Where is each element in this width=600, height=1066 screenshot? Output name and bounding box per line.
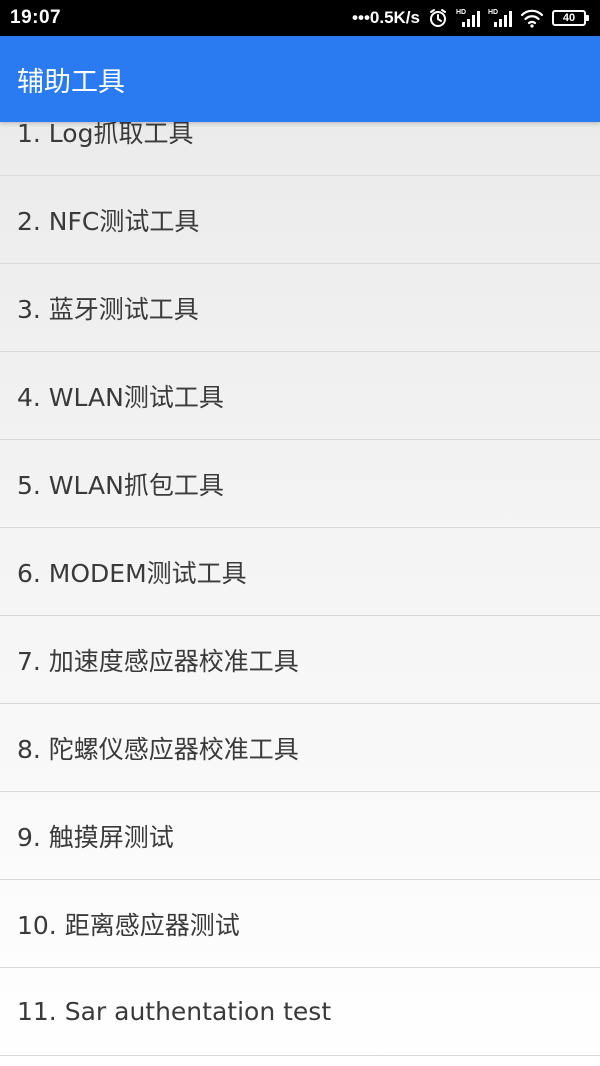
tool-list-content: 1. Log抓取工具 2. NFC测试工具 3. 蓝牙测试工具 4. WLAN测… <box>0 122 600 1056</box>
list-item-touchscreen-test[interactable]: 9. 触摸屏测试 <box>0 792 600 880</box>
list-item-accelerometer-calibration[interactable]: 7. 加速度感应器校准工具 <box>0 616 600 704</box>
list-item-label: 4. WLAN测试工具 <box>17 382 224 412</box>
list-item-gyroscope-calibration[interactable]: 8. 陀螺仪感应器校准工具 <box>0 704 600 792</box>
list-item-bluetooth-test[interactable]: 3. 蓝牙测试工具 <box>0 264 600 352</box>
alarm-icon <box>428 8 448 28</box>
list-item-proximity-sensor-test[interactable]: 10. 距离感应器测试 <box>0 880 600 968</box>
network-speed: •••0.5K/s <box>352 8 420 27</box>
battery-icon: 40 <box>552 10 589 26</box>
list-item-label: 2. NFC测试工具 <box>17 206 200 236</box>
list-item-wlan-capture[interactable]: 5. WLAN抓包工具 <box>0 440 600 528</box>
status-icons: •••0.5K/s HD HD 40 <box>352 7 589 29</box>
battery-level: 40 <box>562 11 576 24</box>
list-item-sar-authentication-test[interactable]: 11. Sar authentation test <box>0 968 600 1056</box>
list-item-label: 1. Log抓取工具 <box>17 122 194 148</box>
list-item-log-capture[interactable]: 1. Log抓取工具 <box>0 122 600 176</box>
svg-text:HD: HD <box>488 9 498 16</box>
list-item-label: 6. MODEM测试工具 <box>17 558 247 588</box>
app-bar: 辅助工具 <box>0 36 600 122</box>
tool-list[interactable]: 1. Log抓取工具 2. NFC测试工具 3. 蓝牙测试工具 4. WLAN测… <box>0 122 600 1066</box>
list-item-modem-test[interactable]: 6. MODEM测试工具 <box>0 528 600 616</box>
hd-signal-icon: HD <box>456 7 480 29</box>
list-item-wlan-test[interactable]: 4. WLAN测试工具 <box>0 352 600 440</box>
list-item-label: 9. 触摸屏测试 <box>17 822 174 852</box>
list-item-label: 11. Sar authentation test <box>17 997 332 1026</box>
svg-text:HD: HD <box>456 9 466 16</box>
list-item-nfc-test[interactable]: 2. NFC测试工具 <box>0 176 600 264</box>
status-time: 19:07 <box>10 7 62 28</box>
list-item-label: 10. 距离感应器测试 <box>17 910 240 940</box>
list-item-label: 8. 陀螺仪感应器校准工具 <box>17 734 299 764</box>
page-title: 辅助工具 <box>17 66 125 98</box>
list-item-label: 7. 加速度感应器校准工具 <box>17 646 299 676</box>
list-item-label: 5. WLAN抓包工具 <box>17 470 224 500</box>
hd-signal-icon: HD <box>488 7 512 29</box>
list-item-label: 3. 蓝牙测试工具 <box>17 294 199 324</box>
status-bar: 19:07 •••0.5K/s HD HD 40 <box>0 0 600 36</box>
wifi-icon <box>520 8 544 28</box>
